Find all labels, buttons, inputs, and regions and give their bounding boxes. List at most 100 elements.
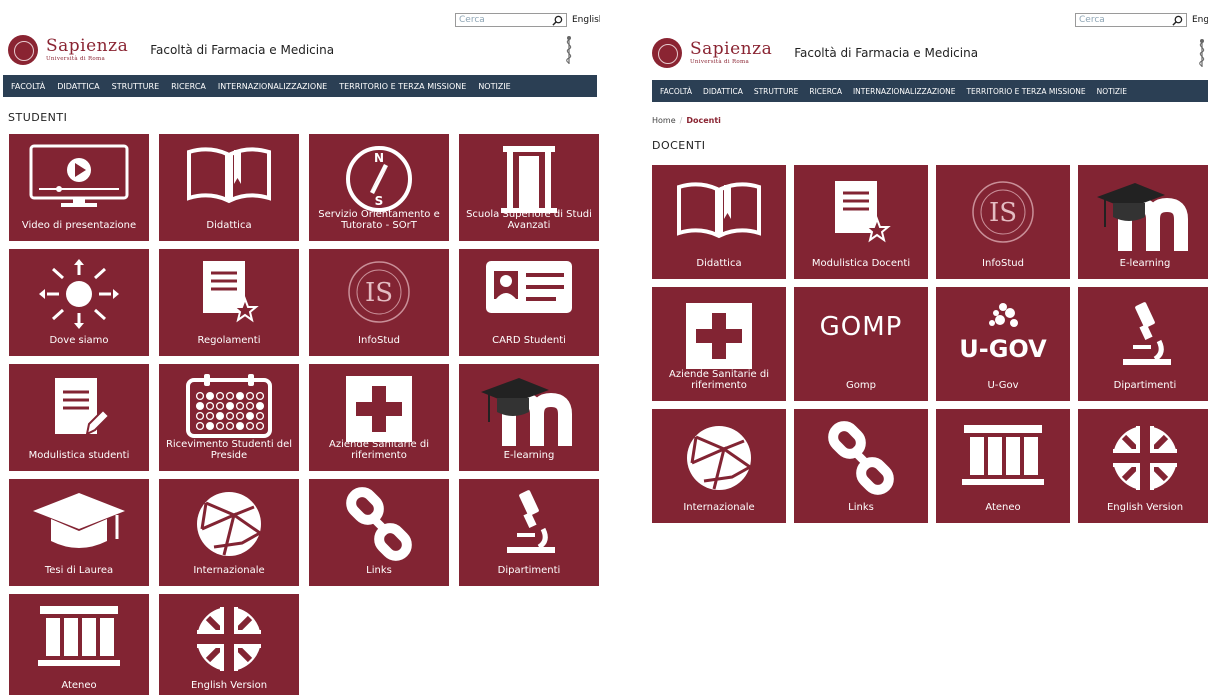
nav-item-didattica[interactable]: DIDATTICA xyxy=(703,87,743,96)
tile-label: E-learning xyxy=(503,450,555,461)
nav-item-internazionalizzazione[interactable]: INTERNAZIONALIZZAZIONE xyxy=(218,82,327,91)
nav-item-internazionalizzazione[interactable]: INTERNAZIONALIZZAZIONE xyxy=(853,87,956,96)
students-page: Cerca English Sapienza Università di Rom… xyxy=(0,0,600,695)
page-title: DOCENTI xyxy=(652,139,706,152)
svg-text:IS: IS xyxy=(365,278,393,308)
caduceus-icon xyxy=(1199,39,1205,67)
language-link[interactable]: English xyxy=(572,15,600,25)
tile-label: Internazionale xyxy=(193,565,265,576)
sapienza-seal-icon xyxy=(8,35,38,65)
page-title: STUDENTI xyxy=(8,111,68,124)
tile-links[interactable]: Links xyxy=(309,479,449,586)
tile-gomp[interactable]: GOMP Gomp xyxy=(794,287,928,401)
tile-label: English Version xyxy=(190,680,268,691)
svg-text:S: S xyxy=(375,194,384,208)
tile-english-version[interactable]: English Version xyxy=(1078,409,1208,523)
tile-aziende-sanitarie-di-riferimento[interactable]: Aziende Sanitarie di riferimento xyxy=(309,364,449,471)
tile-dove-siamo[interactable]: Dove siamo xyxy=(9,249,149,356)
language-link[interactable]: English xyxy=(1192,15,1208,25)
union-jack-icon xyxy=(197,607,261,671)
university-logo[interactable]: Sapienza Università di Roma Facoltà di F… xyxy=(652,38,978,68)
nav-item-strutture[interactable]: STRUTTURE xyxy=(112,82,159,91)
tile-internazionale[interactable]: Internazionale xyxy=(652,409,786,523)
tile-video-di-presentazione[interactable]: Video di presentazione xyxy=(9,134,149,241)
tile-modulistica-docenti[interactable]: Modulistica Docenti xyxy=(794,165,928,279)
university-logo[interactable]: Sapienza Università di Roma Facoltà di F… xyxy=(8,35,334,65)
microscope-icon xyxy=(507,490,555,553)
tile-english-version[interactable]: English Version xyxy=(159,594,299,695)
search-icon[interactable] xyxy=(552,15,563,26)
chain-link-icon xyxy=(828,421,894,495)
tile-didattica[interactable]: Didattica xyxy=(652,165,786,279)
door-icon xyxy=(501,146,557,213)
tile-tesi-di-laurea[interactable]: Tesi di Laurea xyxy=(9,479,149,586)
nav-item-facolta[interactable]: FACOLTÀ xyxy=(11,82,45,91)
nav-item-facolta[interactable]: FACOLTÀ xyxy=(660,87,692,96)
tile-label: Aziende Sanitarie di riferimento xyxy=(328,439,430,461)
tile-e-learning[interactable]: E-learning xyxy=(1078,165,1208,279)
tile-scuola-superiore-di-studi-avanzati[interactable]: Scuola Superiore di Studi Avanzati xyxy=(459,134,599,241)
tile-ricevimento-studenti-del-preside[interactable]: Ricevimento Studenti del Preside xyxy=(159,364,299,471)
document-pencil-icon xyxy=(55,378,111,436)
open-book-icon xyxy=(187,147,271,204)
tile-didattica[interactable]: Didattica xyxy=(159,134,299,241)
tile-label: Modulistica Docenti xyxy=(811,258,911,269)
tile-label: Dipartimenti xyxy=(1113,380,1177,391)
tile-links[interactable]: Links xyxy=(794,409,928,523)
tile-infostud[interactable]: IS InfoStud xyxy=(936,165,1070,279)
nav-item-strutture[interactable]: STRUTTURE xyxy=(754,87,799,96)
tile-label: Ricevimento Studenti del Preside xyxy=(165,439,293,461)
breadcrumb-separator: / xyxy=(679,116,683,125)
search-input[interactable]: Cerca xyxy=(1075,12,1187,27)
teachers-page: Cerca English Sapienza Università di Rom… xyxy=(640,0,1208,695)
tile-ateneo[interactable]: Ateneo xyxy=(936,409,1070,523)
union-jack-icon xyxy=(1113,426,1177,490)
tile-infostud[interactable]: IS InfoStud xyxy=(309,249,449,356)
tile-label: Video di presentazione xyxy=(21,220,137,231)
breadcrumb-current: Docenti xyxy=(686,116,721,125)
tile-card-studenti[interactable]: CARD Studenti xyxy=(459,249,599,356)
tile-u-gov[interactable]: U-GOV U-Gov xyxy=(936,287,1070,401)
breadcrumb-home[interactable]: Home xyxy=(652,116,676,125)
tile-internazionale[interactable]: Internazionale xyxy=(159,479,299,586)
tile-label: Aziende Sanitarie di riferimento xyxy=(668,369,770,391)
nav-item-notizie[interactable]: NOTIZIE xyxy=(478,82,510,91)
nav-item-territorio[interactable]: TERRITORIO E TERZA MISSIONE xyxy=(966,87,1085,96)
nav-item-notizie[interactable]: NOTIZIE xyxy=(1097,87,1127,96)
faculty-name[interactable]: Facoltà di Farmacia e Medicina xyxy=(150,43,334,57)
tile-label: Modulistica studenti xyxy=(28,450,130,461)
compass-icon: NS xyxy=(346,146,412,212)
logo-name: Sapienza xyxy=(46,35,129,56)
tile-grid: Didattica Modulistica Docenti IS InfoStud E-… xyxy=(652,165,1208,523)
search-placeholder: Cerca xyxy=(459,14,485,25)
nav-item-ricerca[interactable]: RICERCA xyxy=(809,87,842,96)
tile-label: Links xyxy=(848,502,874,513)
nav-item-didattica[interactable]: DIDATTICA xyxy=(57,82,99,91)
medical-cross-icon xyxy=(686,303,752,369)
search-input[interactable]: Cerca xyxy=(455,12,567,27)
tile-dipartimenti[interactable]: Dipartimenti xyxy=(1078,287,1208,401)
chain-link-icon xyxy=(346,487,412,561)
nav-item-territorio[interactable]: TERRITORIO E TERZA MISSIONE xyxy=(339,82,466,91)
tile-aziende-sanitarie-di-riferimento[interactable]: Aziende Sanitarie di riferimento xyxy=(652,287,786,401)
faculty-name[interactable]: Facoltà di Farmacia e Medicina xyxy=(794,46,978,60)
tile-modulistica-studenti[interactable]: Modulistica studenti xyxy=(9,364,149,471)
tile-regolamenti[interactable]: Regolamenti xyxy=(159,249,299,356)
tile-dipartimenti[interactable]: Dipartimenti xyxy=(459,479,599,586)
caduceus-icon xyxy=(566,36,572,64)
search-icon[interactable] xyxy=(1172,15,1183,26)
logo-subtitle: Università di Roma xyxy=(46,55,106,62)
tile-servizio-orientamento-e-tutorato-sort[interactable]: N S Servizio Orientamento e Tutorato - SOr… xyxy=(309,134,449,241)
tile-label: Links xyxy=(366,565,392,576)
main-nav: FACOLTÀ DIDATTICA STRUTTURE RICERCA INTE… xyxy=(3,75,597,97)
network-globe-icon xyxy=(197,492,261,556)
logo-subtitle: Università di Roma xyxy=(690,58,750,65)
main-nav: FACOLTÀ DIDATTICA STRUTTURE RICERCA INTE… xyxy=(652,80,1208,102)
nav-item-ricerca[interactable]: RICERCA xyxy=(171,82,206,91)
tile-label: Internazionale xyxy=(683,502,755,513)
tile-e-learning[interactable]: E-learning xyxy=(459,364,599,471)
document-star-icon xyxy=(203,261,259,323)
svg-text:U-GOV: U-GOV xyxy=(959,335,1047,363)
tile-label: Regolamenti xyxy=(197,335,261,346)
tile-ateneo[interactable]: Ateneo xyxy=(9,594,149,695)
